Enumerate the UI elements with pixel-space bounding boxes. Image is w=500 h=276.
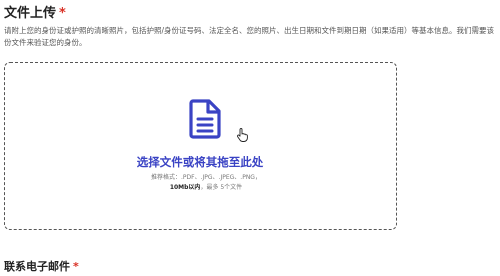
required-asterisk: * (73, 260, 79, 273)
email-section-title: 联系电子邮件 * (4, 258, 79, 274)
upload-title-text: 文件上传 (4, 6, 57, 21)
formats-prefix: 推荐格式：.PDF、.JPG、.JPEG、.PNG， (151, 174, 261, 181)
dropzone-title: 选择文件或将其拖至此处 (136, 155, 264, 169)
formats-size-limit: 10Mb以内 (169, 184, 201, 191)
upload-section-title: 文件上传 * (4, 2, 66, 21)
file-dropzone[interactable]: 选择文件或将其拖至此处 推荐格式：.PDF、.JPG、.JPEG、.PNG， 10… (4, 62, 397, 230)
formats-suffix: ，最多 5个文件 (200, 184, 243, 191)
upload-description: 请附上您的身份证或护照的清晰照片，包括护照/身份证号码、法定全名、您的照片、出生… (4, 26, 495, 47)
page: 文件上传 * 请附上您的身份证或护照的清晰照片，包括护照/身份证号码、法定全名、您… (0, 0, 500, 276)
required-asterisk: * (59, 6, 66, 21)
document-icon (189, 99, 221, 139)
recommended-formats: 推荐格式：.PDF、.JPG、.JPEG、.PNG， 10Mb以内，最多 5个文件 (145, 173, 267, 193)
hand-pointer-icon (236, 128, 248, 142)
email-title-text: 联系电子邮件 (4, 260, 70, 273)
